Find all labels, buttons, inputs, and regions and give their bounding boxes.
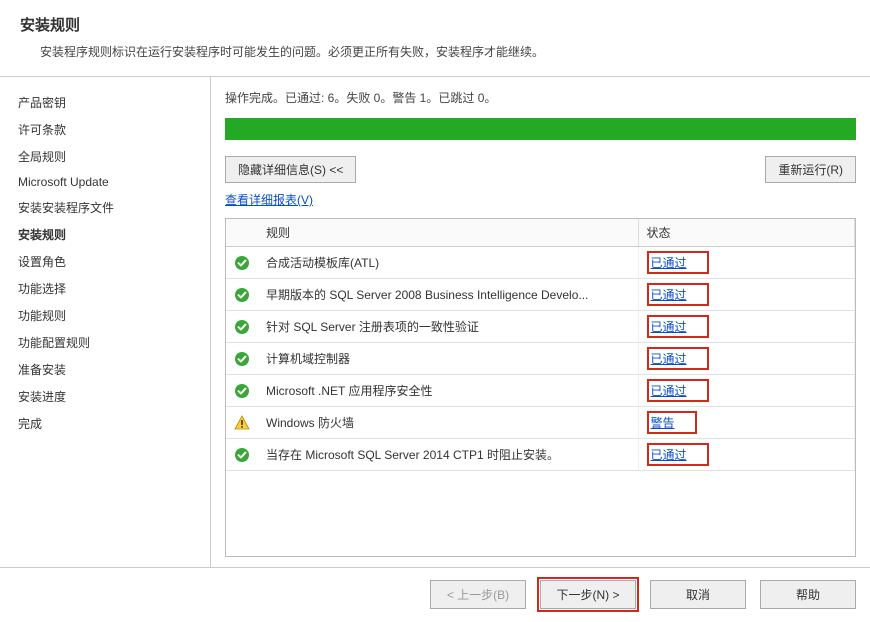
sidebar-item-6[interactable]: 设置角色: [18, 248, 210, 275]
rerun-button[interactable]: 重新运行(R): [765, 156, 856, 183]
sidebar-item-0[interactable]: 产品密钥: [18, 89, 210, 116]
col-header-rule: 规则: [258, 219, 638, 247]
check-icon: [226, 311, 258, 343]
check-icon: [226, 439, 258, 471]
header: 安装规则 安装程序规则标识在运行安装程序时可能发生的问题。必须更正所有失败，安装…: [0, 0, 870, 77]
check-icon: [226, 375, 258, 407]
check-icon: [226, 279, 258, 311]
rules-table-wrap: 规则 状态 合成活动模板库(ATL)已通过早期版本的 SQL Server 20…: [225, 218, 856, 557]
status-cell: 已通过: [638, 439, 855, 471]
status-cell: 已通过: [638, 311, 855, 343]
back-button[interactable]: < 上一步(B): [430, 580, 526, 609]
status-cell: 已通过: [638, 247, 855, 279]
check-icon: [226, 343, 258, 375]
sidebar-item-1[interactable]: 许可条款: [18, 116, 210, 143]
status-link[interactable]: 已通过: [651, 352, 687, 366]
status-cell: 已通过: [638, 343, 855, 375]
col-header-status: 状态: [638, 219, 855, 247]
rule-cell: Microsoft .NET 应用程序安全性: [258, 375, 638, 407]
table-row: 当存在 Microsoft SQL Server 2014 CTP1 时阻止安装…: [226, 439, 855, 471]
sidebar-item-11[interactable]: 安装进度: [18, 383, 210, 410]
status-cell: 已通过: [638, 375, 855, 407]
rule-cell: 当存在 Microsoft SQL Server 2014 CTP1 时阻止安装…: [258, 439, 638, 471]
sidebar-item-3[interactable]: Microsoft Update: [18, 170, 210, 194]
rules-table: 规则 状态 合成活动模板库(ATL)已通过早期版本的 SQL Server 20…: [226, 219, 855, 471]
warning-icon: [226, 407, 258, 439]
rule-cell: Windows 防火墙: [258, 407, 638, 439]
sidebar: 产品密钥许可条款全局规则Microsoft Update安装安装程序文件安装规则…: [0, 77, 210, 567]
check-icon: [226, 247, 258, 279]
status-line: 操作完成。已通过: 6。失败 0。警告 1。已跳过 0。: [225, 89, 856, 106]
status-link[interactable]: 已通过: [651, 320, 687, 334]
sidebar-item-2[interactable]: 全局规则: [18, 143, 210, 170]
hide-details-button[interactable]: 隐藏详细信息(S) <<: [225, 156, 356, 183]
status-link[interactable]: 已通过: [651, 256, 687, 270]
status-cell: 已通过: [638, 279, 855, 311]
table-row: Windows 防火墙警告: [226, 407, 855, 439]
table-row: 早期版本的 SQL Server 2008 Business Intellige…: [226, 279, 855, 311]
table-row: 针对 SQL Server 注册表项的一致性验证已通过: [226, 311, 855, 343]
sidebar-item-9[interactable]: 功能配置规则: [18, 329, 210, 356]
sidebar-item-5[interactable]: 安装规则: [18, 221, 210, 248]
status-link[interactable]: 已通过: [651, 448, 687, 462]
cancel-button[interactable]: 取消: [650, 580, 746, 609]
page-subtitle: 安装程序规则标识在运行安装程序时可能发生的问题。必须更正所有失败，安装程序才能继…: [40, 43, 850, 60]
status-link[interactable]: 警告: [651, 416, 675, 430]
sidebar-item-8[interactable]: 功能规则: [18, 302, 210, 329]
rule-cell: 合成活动模板库(ATL): [258, 247, 638, 279]
sidebar-item-10[interactable]: 准备安装: [18, 356, 210, 383]
help-button[interactable]: 帮助: [760, 580, 856, 609]
view-report-link[interactable]: 查看详细报表(V): [225, 193, 313, 207]
table-row: 合成活动模板库(ATL) 已通过: [226, 247, 855, 279]
status-link[interactable]: 已通过: [651, 288, 687, 302]
sidebar-item-12[interactable]: 完成: [18, 410, 210, 437]
main-panel: 操作完成。已通过: 6。失败 0。警告 1。已跳过 0。 隐藏详细信息(S) <…: [210, 77, 870, 567]
table-row: 计算机域控制器已通过: [226, 343, 855, 375]
sidebar-item-7[interactable]: 功能选择: [18, 275, 210, 302]
rule-cell: 针对 SQL Server 注册表项的一致性验证: [258, 311, 638, 343]
status-link[interactable]: 已通过: [651, 384, 687, 398]
footer: < 上一步(B) 下一步(N) > 取消 帮助: [0, 567, 870, 621]
col-header-icon: [226, 219, 258, 247]
rule-cell: 计算机域控制器: [258, 343, 638, 375]
table-row: Microsoft .NET 应用程序安全性已通过: [226, 375, 855, 407]
rule-cell: 早期版本的 SQL Server 2008 Business Intellige…: [258, 279, 638, 311]
sidebar-item-4[interactable]: 安装安装程序文件: [18, 194, 210, 221]
progress-bar: [225, 118, 856, 140]
page-title: 安装规则: [20, 14, 850, 35]
status-cell: 警告: [638, 407, 855, 439]
next-button[interactable]: 下一步(N) >: [540, 580, 636, 609]
